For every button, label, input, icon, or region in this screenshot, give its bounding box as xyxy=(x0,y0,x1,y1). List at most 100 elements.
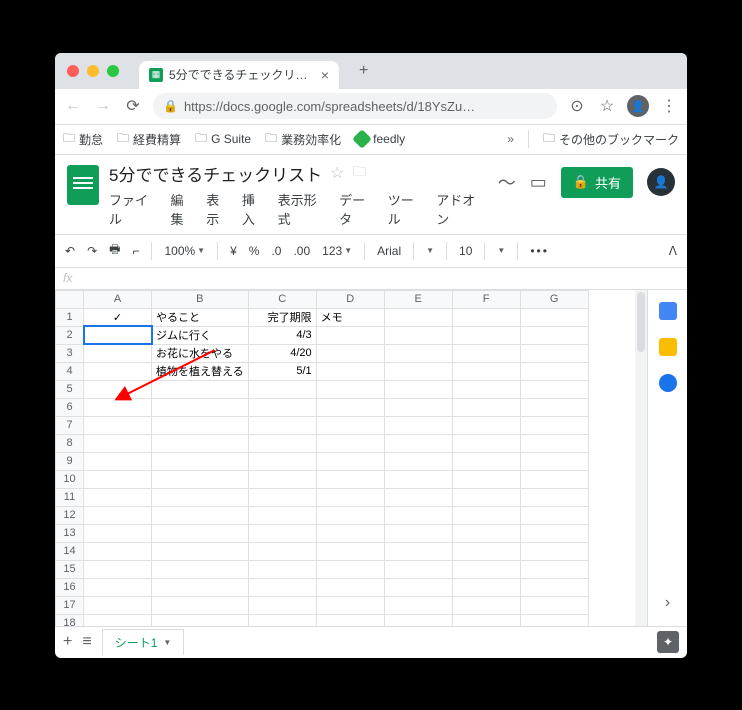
share-button[interactable]: 🔒 共有 xyxy=(561,167,633,198)
print-button[interactable]: 🖶 xyxy=(109,240,120,261)
cell-C2[interactable]: 4/3 xyxy=(248,326,316,344)
row-header[interactable]: 1 xyxy=(56,308,84,326)
cell-G12[interactable] xyxy=(520,506,588,524)
cell-D3[interactable] xyxy=(316,344,384,362)
currency-button[interactable]: ¥ xyxy=(230,244,237,258)
cell-E1[interactable] xyxy=(384,308,452,326)
column-header[interactable]: F xyxy=(452,290,520,308)
cell-B4[interactable]: 植物を植え替える xyxy=(152,362,249,380)
cell-D8[interactable] xyxy=(316,434,384,452)
decrease-decimal-button[interactable]: .0 xyxy=(271,244,281,258)
cell-E7[interactable] xyxy=(384,416,452,434)
search-icon[interactable]: ⊙ xyxy=(567,96,587,116)
cell-E16[interactable] xyxy=(384,578,452,596)
keep-icon[interactable] xyxy=(659,338,677,356)
menu-data[interactable]: データ xyxy=(339,190,378,228)
cell-C11[interactable] xyxy=(248,488,316,506)
cell-A10[interactable] xyxy=(84,470,152,488)
cell-B7[interactable] xyxy=(152,416,249,434)
comments-icon[interactable]: ▭ xyxy=(530,172,547,193)
zoom-select[interactable]: 100% ▼ xyxy=(164,244,205,258)
row-header[interactable]: 5 xyxy=(56,380,84,398)
cell-C7[interactable] xyxy=(248,416,316,434)
column-header[interactable]: E xyxy=(384,290,452,308)
cell-G17[interactable] xyxy=(520,596,588,614)
cell-G11[interactable] xyxy=(520,488,588,506)
cell-C3[interactable]: 4/20 xyxy=(248,344,316,362)
cell-C10[interactable] xyxy=(248,470,316,488)
cell-C12[interactable] xyxy=(248,506,316,524)
cell-F3[interactable] xyxy=(452,344,520,362)
cell-G14[interactable] xyxy=(520,542,588,560)
cell-F1[interactable] xyxy=(452,308,520,326)
cell-F6[interactable] xyxy=(452,398,520,416)
tasks-icon[interactable] xyxy=(659,374,677,392)
cell-F13[interactable] xyxy=(452,524,520,542)
cell-A16[interactable] xyxy=(84,578,152,596)
row-header[interactable]: 7 xyxy=(56,416,84,434)
cell-G9[interactable] xyxy=(520,452,588,470)
cell-A15[interactable] xyxy=(84,560,152,578)
cell-E4[interactable] xyxy=(384,362,452,380)
cell-B17[interactable] xyxy=(152,596,249,614)
cell-E17[interactable] xyxy=(384,596,452,614)
cell-C15[interactable] xyxy=(248,560,316,578)
more-formats-button[interactable]: 123 ▼ xyxy=(322,244,352,258)
cell-G13[interactable] xyxy=(520,524,588,542)
menu-edit[interactable]: 編集 xyxy=(170,190,196,228)
cell-D6[interactable] xyxy=(316,398,384,416)
undo-button[interactable]: ↶ xyxy=(65,244,75,258)
spreadsheet-grid[interactable]: ABCDEFG1✓やること完了期限メモ2ジムに行く4/33お花に水をやる4/20… xyxy=(55,290,589,626)
cell-C18[interactable] xyxy=(248,614,316,626)
cell-D18[interactable] xyxy=(316,614,384,626)
collapse-toolbar-button[interactable]: ᐱ xyxy=(669,244,677,258)
column-header[interactable]: D xyxy=(316,290,384,308)
redo-button[interactable]: ↷ xyxy=(87,244,97,258)
chevron-down-icon[interactable]: ▼ xyxy=(426,246,434,255)
star-button[interactable]: ☆ xyxy=(330,163,344,183)
menu-format[interactable]: 表示形式 xyxy=(278,190,329,228)
cell-C16[interactable] xyxy=(248,578,316,596)
cell-B11[interactable] xyxy=(152,488,249,506)
cell-G1[interactable] xyxy=(520,308,588,326)
cell-F9[interactable] xyxy=(452,452,520,470)
row-header[interactable]: 9 xyxy=(56,452,84,470)
font-select[interactable]: Arial xyxy=(377,244,401,258)
row-header[interactable]: 12 xyxy=(56,506,84,524)
cell-A4[interactable] xyxy=(84,362,152,380)
maximize-window-button[interactable] xyxy=(107,65,119,77)
cell-D1[interactable]: メモ xyxy=(316,308,384,326)
other-bookmarks-folder[interactable]: 🗀その他のブックマーク xyxy=(543,129,679,150)
cell-B13[interactable] xyxy=(152,524,249,542)
minimize-window-button[interactable] xyxy=(87,65,99,77)
cell-G6[interactable] xyxy=(520,398,588,416)
cell-G5[interactable] xyxy=(520,380,588,398)
cell-G3[interactable] xyxy=(520,344,588,362)
cell-E3[interactable] xyxy=(384,344,452,362)
row-header[interactable]: 11 xyxy=(56,488,84,506)
sheets-logo-icon[interactable] xyxy=(67,165,99,205)
cell-F5[interactable] xyxy=(452,380,520,398)
row-header[interactable]: 18 xyxy=(56,614,84,626)
cell-B5[interactable] xyxy=(152,380,249,398)
column-header[interactable]: G xyxy=(520,290,588,308)
cell-F10[interactable] xyxy=(452,470,520,488)
menu-view[interactable]: 表示 xyxy=(206,190,232,228)
cell-E15[interactable] xyxy=(384,560,452,578)
cell-A14[interactable] xyxy=(84,542,152,560)
cell-A5[interactable] xyxy=(84,380,152,398)
paint-format-button[interactable]: ⌐ xyxy=(132,244,139,258)
cell-G18[interactable] xyxy=(520,614,588,626)
cell-A2[interactable] xyxy=(84,326,152,344)
cell-E5[interactable] xyxy=(384,380,452,398)
cell-G8[interactable] xyxy=(520,434,588,452)
cell-A18[interactable] xyxy=(84,614,152,626)
row-header[interactable]: 10 xyxy=(56,470,84,488)
column-header[interactable]: B xyxy=(152,290,249,308)
font-size-select[interactable]: 10 xyxy=(459,244,472,258)
explore-button[interactable]: ✦ xyxy=(657,631,679,653)
cell-F7[interactable] xyxy=(452,416,520,434)
cell-C4[interactable]: 5/1 xyxy=(248,362,316,380)
calendar-icon[interactable] xyxy=(659,302,677,320)
select-all-corner[interactable] xyxy=(56,290,84,308)
